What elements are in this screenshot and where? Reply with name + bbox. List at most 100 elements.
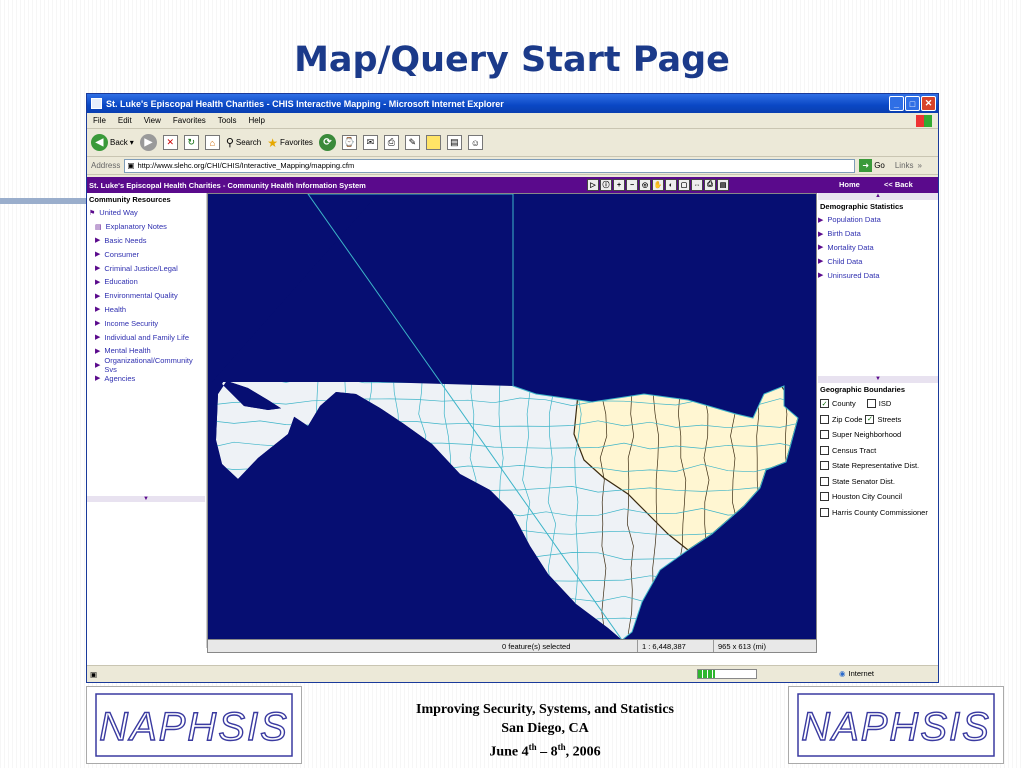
demographic-link[interactable]: ▶ Child Data xyxy=(818,254,938,268)
scroll-down-arrow-right[interactable]: ▼ xyxy=(818,375,938,383)
boundary-checkbox[interactable] xyxy=(820,507,829,517)
boundary-checkbox[interactable] xyxy=(820,492,829,502)
back-arrow-icon: ◀ xyxy=(91,134,108,151)
chevron-down-icon[interactable]: ▾ xyxy=(130,138,134,147)
search-button[interactable]: ⚲ Search xyxy=(226,136,261,149)
demographic-link[interactable]: ▶ Uninsured Data xyxy=(818,268,938,282)
community-heading: Community Resources xyxy=(89,195,171,204)
community-link[interactable]: ▶ Income Security xyxy=(95,316,206,330)
home-link[interactable]: Home xyxy=(839,180,860,189)
boundary-checkbox[interactable] xyxy=(820,445,829,455)
edit-icon[interactable]: ✎ xyxy=(404,135,420,150)
flag-icon: ⚑ xyxy=(89,209,96,217)
ie-page-icon xyxy=(91,98,102,109)
print-icon[interactable]: ⎙ xyxy=(383,135,399,150)
isd-checkbox[interactable] xyxy=(866,399,876,409)
boundary-checkbox[interactable] xyxy=(820,430,829,440)
county-isd-row: ✓ County ISD xyxy=(820,399,892,409)
print-map-icon[interactable]: ⎙ xyxy=(704,179,716,191)
demographic-link[interactable]: ▶ Population Data xyxy=(818,213,938,227)
community-link[interactable]: ▶ Organizational/Community Svs xyxy=(95,356,206,374)
minimize-button[interactable]: _ xyxy=(889,96,904,111)
geographic-option: Census Tract xyxy=(818,442,938,458)
menu-file[interactable]: File xyxy=(93,116,106,125)
go-button[interactable]: ➜ Go xyxy=(859,159,885,172)
mail-icon[interactable]: ✉ xyxy=(362,135,378,150)
texas-county-map[interactable] xyxy=(208,193,816,641)
boundary-checkbox[interactable] xyxy=(820,476,829,486)
geographic-option: State Senator Dist. xyxy=(818,473,938,489)
links-button[interactable]: Links xyxy=(895,161,914,170)
county-checkbox[interactable]: ✓ xyxy=(820,399,829,409)
select-tool-icon[interactable]: ▷ xyxy=(587,179,599,191)
naphsis-logo-left: NAPHSIS xyxy=(86,686,302,764)
favorites-button[interactable]: ★ Favorites xyxy=(267,136,313,150)
menu-favorites[interactable]: Favorites xyxy=(173,116,206,125)
media-button[interactable]: ⟳ xyxy=(318,134,336,151)
refresh-button[interactable]: ↻ xyxy=(183,135,199,150)
back-link[interactable]: << Back xyxy=(884,180,913,189)
demographic-heading: Demographic Statistics xyxy=(820,202,904,211)
forward-button[interactable]: ▶ xyxy=(139,134,157,151)
chevron-right-icon[interactable]: » xyxy=(918,161,922,170)
back-button[interactable]: ◀ Back ▾ xyxy=(91,134,134,151)
geographic-option: Harris County Commissioner xyxy=(818,504,938,520)
demographic-link[interactable]: ▶ Birth Data xyxy=(818,227,938,241)
zoom-in-icon[interactable]: + xyxy=(613,179,625,191)
window-titlebar[interactable]: St. Luke's Episcopal Health Charities - … xyxy=(87,94,938,113)
document-icon: ▤ xyxy=(95,223,102,231)
features-selected: 0 feature(s) selected xyxy=(498,640,638,652)
community-link[interactable]: ▤ Explanatory Notes xyxy=(95,220,206,234)
menu-help[interactable]: Help xyxy=(248,116,264,125)
zoom-box-icon[interactable]: ▢ xyxy=(678,179,690,191)
address-input[interactable]: ▣ http://www.slehc.org/CHI/CHIS/Interact… xyxy=(124,158,856,173)
triangle-bullet-icon: ▶ xyxy=(95,292,101,300)
naphsis-logo-right: NAPHSIS xyxy=(788,686,1004,764)
research-icon[interactable]: ▤ xyxy=(446,135,462,150)
map-extent: 965 x 613 (mi) xyxy=(718,641,766,651)
map-toolbar: ▷ ⓘ + − ◎ ✋ ◐ ▢ ⇔ ⎙ ▤ xyxy=(587,179,729,191)
window-title: St. Luke's Episcopal Health Charities - … xyxy=(106,98,504,109)
triangle-bullet-icon: ▶ xyxy=(818,258,824,266)
boundary-checkbox[interactable] xyxy=(820,461,829,471)
menu-tools[interactable]: Tools xyxy=(218,116,237,125)
layers-icon[interactable]: ▤ xyxy=(717,179,729,191)
close-button[interactable]: ✕ xyxy=(921,96,936,111)
scroll-down-arrow[interactable]: ▼ xyxy=(87,496,205,502)
browser-window: St. Luke's Episcopal Health Charities - … xyxy=(86,93,939,683)
tree-root-united-way[interactable]: ⚑ United Way xyxy=(87,206,206,220)
community-link[interactable]: ▶ Individual and Family Life xyxy=(95,330,206,344)
page-content: St. Luke's Episcopal Health Charities - … xyxy=(87,177,938,665)
zip-checkbox[interactable] xyxy=(820,414,829,424)
map-view[interactable] xyxy=(207,193,817,653)
scroll-up-arrow[interactable]: ▲ xyxy=(818,193,938,200)
panhandle-mask xyxy=(378,194,513,386)
community-link[interactable]: ▶ Education xyxy=(95,275,206,289)
messenger-icon[interactable]: ☺ xyxy=(467,135,483,150)
svg-text:NAPHSIS: NAPHSIS xyxy=(801,705,991,749)
svg-text:NAPHSIS: NAPHSIS xyxy=(99,705,289,749)
home-icon[interactable]: ⌂ xyxy=(204,135,220,150)
stop-button[interactable]: ✕ xyxy=(162,135,178,150)
community-link[interactable]: ▶ Criminal Justice/Legal xyxy=(95,261,206,275)
identify-tool-icon[interactable]: ⓘ xyxy=(600,179,612,191)
triangle-bullet-icon: ▶ xyxy=(95,237,101,245)
browser-status-bar: ▣ ◉ Internet xyxy=(87,665,938,682)
measure-icon[interactable]: ⇔ xyxy=(691,179,703,191)
community-link[interactable]: ▶ Basic Needs xyxy=(95,234,206,248)
community-link[interactable]: ▶ Health xyxy=(95,303,206,317)
zoom-prev-icon[interactable]: ◐ xyxy=(665,179,677,191)
maximize-button[interactable]: □ xyxy=(905,96,920,111)
history-icon[interactable]: ⌚ xyxy=(341,135,357,150)
demographic-link[interactable]: ▶ Mortality Data xyxy=(818,241,938,255)
community-link[interactable]: ▶ Consumer xyxy=(95,247,206,261)
windows-flag-icon xyxy=(916,114,932,127)
menu-edit[interactable]: Edit xyxy=(118,116,132,125)
zoom-out-icon[interactable]: − xyxy=(626,179,638,191)
folder-icon[interactable] xyxy=(425,135,441,150)
zoom-full-icon[interactable]: ◎ xyxy=(639,179,651,191)
streets-checkbox[interactable]: ✓ xyxy=(865,414,875,424)
menu-view[interactable]: View xyxy=(144,116,161,125)
community-link[interactable]: ▶ Environmental Quality xyxy=(95,289,206,303)
pan-hand-icon[interactable]: ✋ xyxy=(652,179,664,191)
